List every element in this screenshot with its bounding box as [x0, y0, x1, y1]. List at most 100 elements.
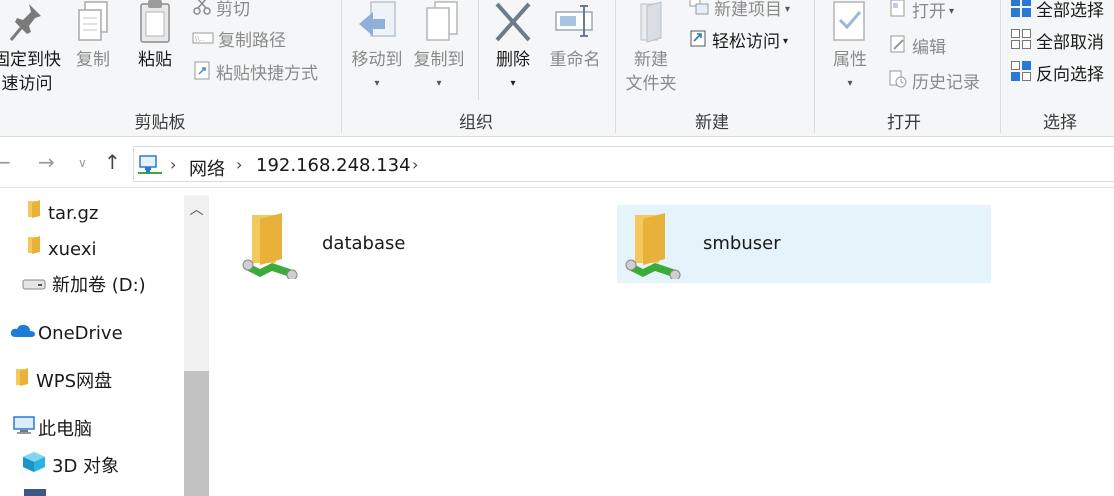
ribbon: 固定到快 速访问 复制 粘贴 剪切 \\.. 复制路径 粘贴快捷方式 剪贴板 移…	[0, 0, 1114, 137]
history-icon	[888, 69, 908, 97]
nav-item-tar-gz[interactable]: tar.gz	[26, 199, 98, 229]
invert-selection-button[interactable]: 反向选择	[1010, 60, 1104, 86]
move-to-label: 移动到	[351, 50, 403, 70]
easy-access-icon	[688, 28, 708, 56]
nav-item-label: 新加卷 (D:)	[52, 275, 146, 296]
new-folder-icon	[640, 1, 662, 43]
paste-shortcut-icon	[192, 60, 212, 88]
delete-button[interactable]: 删除 ▾	[488, 0, 538, 96]
select-all-button[interactable]: 全部选择	[1010, 0, 1104, 22]
chevron-down-icon: ▾	[785, 4, 791, 15]
folder-icon	[26, 199, 42, 229]
nav-item-drive-d[interactable]: 新加卷 (D:)	[22, 271, 146, 301]
pin-label-line1: 固定到快	[0, 50, 61, 70]
file-list: database smbuser	[212, 189, 1114, 496]
recent-locations-chevron-icon[interactable]: ∨	[78, 156, 87, 170]
address-bar[interactable]: › 网络 › 192.168.248.134 ›	[133, 146, 1114, 182]
copy-path-icon: \\..	[192, 28, 214, 54]
invert-selection-icon	[1010, 60, 1032, 90]
share-item-database[interactable]: database	[234, 205, 608, 283]
folder-icon	[14, 367, 30, 397]
nav-item-partial-icon	[24, 489, 46, 496]
rename-button[interactable]: 重命名	[544, 0, 606, 72]
paste-shortcut-label: 粘贴快捷方式	[216, 64, 318, 84]
select-none-button[interactable]: 全部取消	[1010, 28, 1104, 54]
copy-button[interactable]: 复制	[70, 0, 116, 72]
nav-item-this-pc[interactable]: 此电脑	[12, 415, 92, 445]
copy-to-button[interactable]: 复制到 ▾	[410, 0, 468, 96]
nav-item-label: 此电脑	[38, 419, 92, 440]
nav-item-wps[interactable]: WPS网盘	[14, 367, 112, 397]
rename-icon	[555, 5, 593, 37]
new-folder-button[interactable]: 新建 文件夹	[620, 0, 682, 96]
open-icon	[888, 0, 908, 26]
open-group-label: 打开	[887, 113, 921, 133]
edit-button[interactable]: 编辑	[888, 34, 946, 60]
group-separator	[615, 0, 616, 133]
computer-icon	[12, 415, 36, 445]
chevron-down-icon: ▾	[847, 78, 853, 89]
paste-button[interactable]: 粘贴	[132, 0, 178, 72]
properties-button[interactable]: 属性 ▾	[824, 0, 876, 96]
history-label: 历史记录	[912, 73, 980, 93]
drive-icon	[22, 271, 46, 301]
new-item-label: 新建项目	[714, 0, 782, 20]
breadcrumb-separator[interactable]: ›	[236, 155, 242, 174]
back-arrow-icon[interactable]: ←	[0, 150, 11, 174]
paste-shortcut-button[interactable]: 粘贴快捷方式	[192, 60, 318, 86]
move-to-button[interactable]: 移动到 ▾	[348, 0, 406, 96]
share-item-smbuser[interactable]: smbuser	[617, 205, 991, 283]
forward-arrow-icon[interactable]: →	[38, 150, 55, 174]
scroll-thumb[interactable]	[184, 371, 209, 496]
easy-access-label: 轻松访问	[712, 32, 780, 52]
edit-label: 编辑	[912, 38, 946, 58]
breadcrumb-separator[interactable]: ›	[412, 155, 418, 174]
easy-access-button[interactable]: 轻松访问 ▾	[688, 28, 788, 54]
nav-item-label: 3D 对象	[52, 456, 120, 477]
nav-scrollbar[interactable]: ︿	[184, 195, 209, 496]
new-item-button[interactable]: 新建项目 ▾	[688, 0, 790, 22]
share-name: database	[322, 233, 406, 254]
group-separator	[341, 0, 342, 133]
delete-label: 删除	[496, 50, 530, 70]
select-none-label: 全部取消	[1036, 33, 1104, 53]
copy-to-label: 复制到	[413, 50, 465, 70]
clipboard-group-label: 剪贴板	[134, 113, 186, 133]
open-button[interactable]: 打开 ▾	[888, 0, 954, 24]
folder-icon	[26, 235, 42, 265]
new-group-label: 新建	[695, 113, 729, 133]
nav-item-onedrive[interactable]: OneDrive	[10, 319, 123, 349]
pin-icon	[9, 4, 41, 41]
new-folder-label-line2: 文件夹	[625, 74, 677, 94]
scroll-up-arrow-icon[interactable]: ︿	[184, 195, 209, 225]
group-separator	[814, 0, 815, 133]
chevron-down-icon: ▾	[436, 78, 442, 89]
new-folder-label-line1: 新建	[634, 50, 668, 70]
copy-path-label: 复制路径	[218, 31, 286, 51]
edit-icon	[888, 34, 908, 62]
pin-to-quick-access-button[interactable]: 固定到快 速访问	[0, 0, 62, 96]
nav-item-label: xuexi	[48, 239, 97, 260]
nav-item-xuexi[interactable]: xuexi	[26, 235, 96, 265]
move-to-icon	[359, 1, 396, 37]
breadcrumb-network[interactable]: 网络	[189, 155, 225, 181]
copy-label: 复制	[76, 50, 110, 70]
delete-x-icon	[495, 2, 531, 42]
properties-label: 属性	[833, 50, 867, 70]
nav-item-label: WPS网盘	[36, 371, 113, 392]
up-arrow-icon[interactable]: ↑	[104, 150, 121, 174]
chevron-down-icon: ▾	[374, 78, 380, 89]
cut-label: 剪切	[216, 0, 250, 20]
nav-item-3d-objects[interactable]: 3D 对象	[22, 451, 119, 481]
properties-icon	[833, 1, 865, 41]
new-item-icon	[688, 0, 710, 24]
clipboard-icon	[140, 0, 170, 43]
breadcrumb-separator[interactable]: ›	[170, 155, 176, 174]
navigation-pane: tar.gz xuexi 新加卷 (D:) OneDrive WPS网盘 此电脑…	[0, 189, 209, 496]
network-icon	[138, 154, 162, 180]
history-button[interactable]: 历史记录	[888, 69, 980, 95]
cut-button[interactable]: 剪切	[192, 0, 250, 22]
invert-selection-label: 反向选择	[1036, 65, 1104, 85]
copy-path-button[interactable]: \\.. 复制路径	[192, 28, 286, 54]
breadcrumb-host[interactable]: 192.168.248.134	[256, 155, 411, 176]
